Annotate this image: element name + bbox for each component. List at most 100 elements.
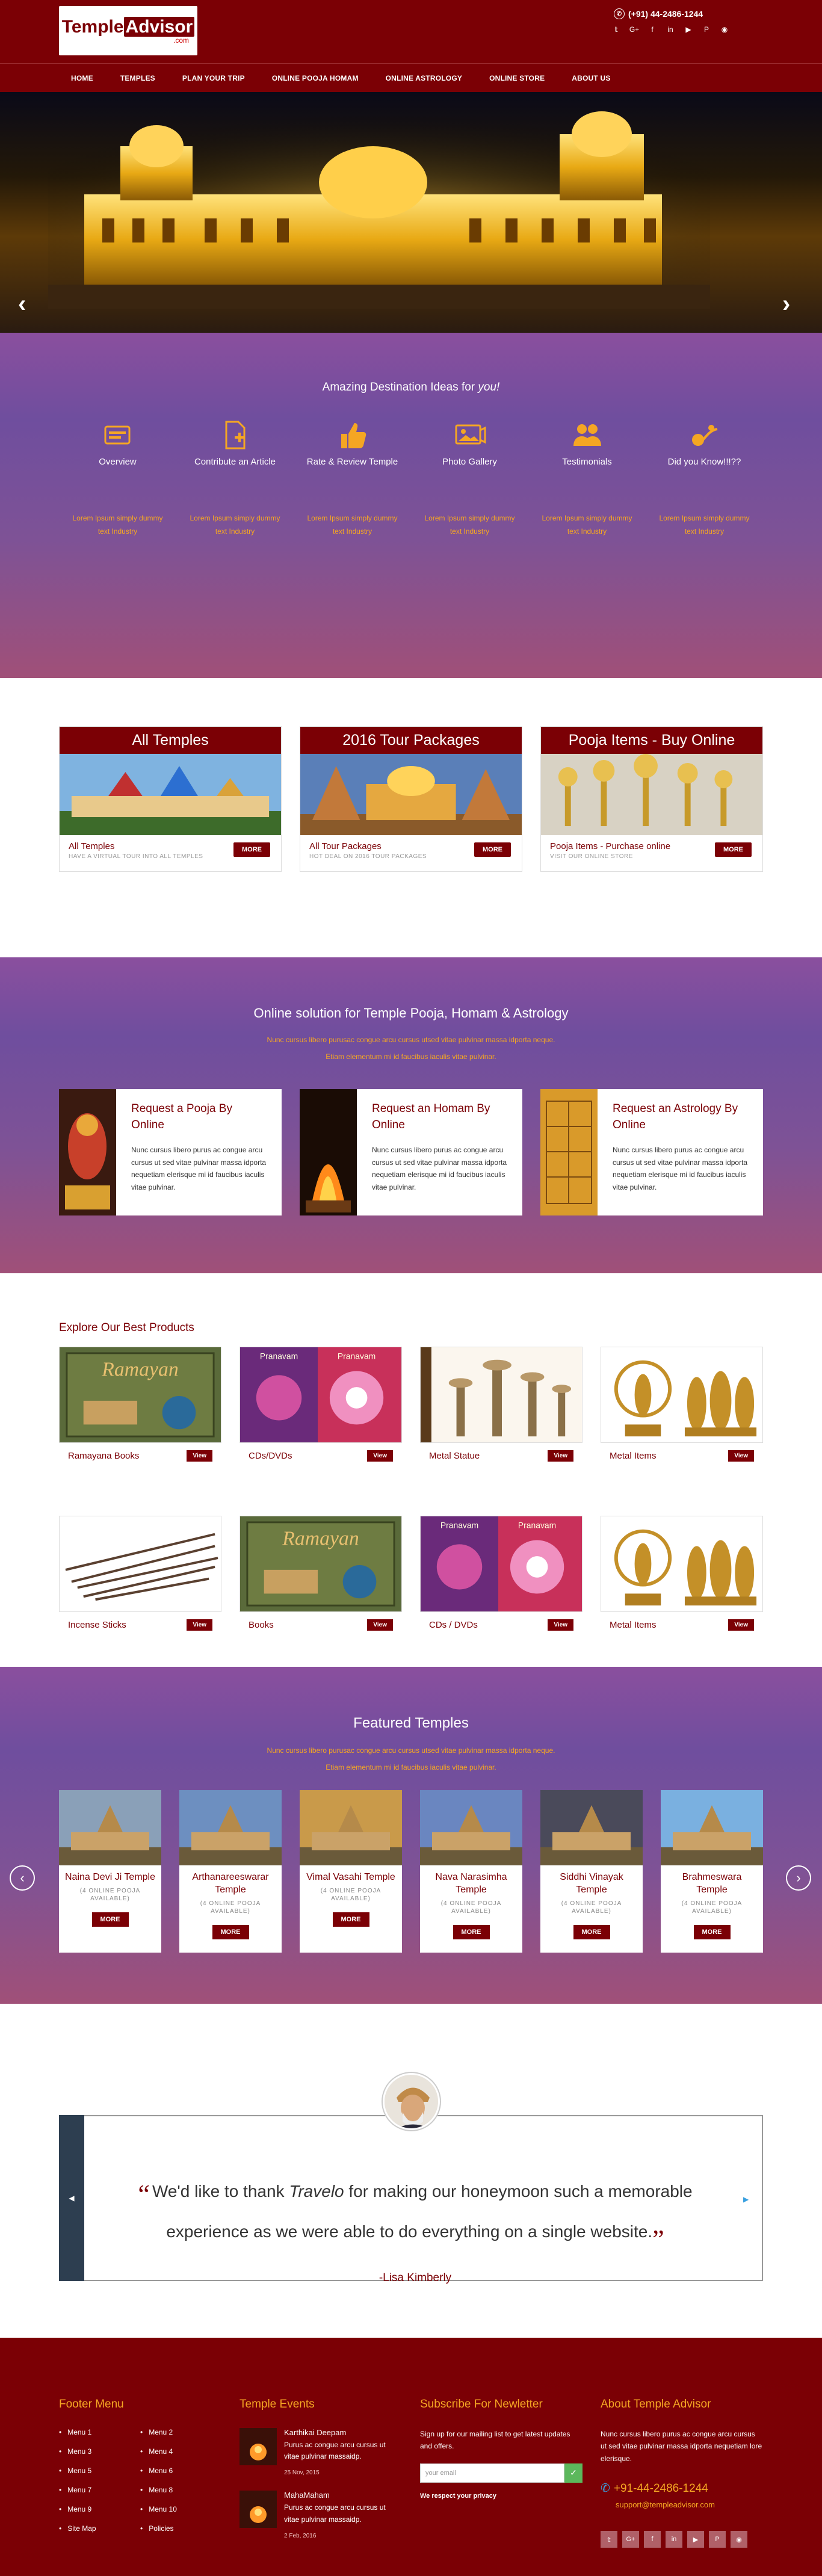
category-more-button[interactable]: MORE	[474, 842, 511, 857]
featured-temple-image[interactable]	[661, 1790, 763, 1866]
product-view-button[interactable]: View	[367, 1619, 393, 1631]
footer-menu-link[interactable]: Menu 5	[59, 2466, 140, 2475]
nav-item-0[interactable]: HOME	[71, 74, 93, 82]
featured-temple-more-button[interactable]: MORE	[332, 1912, 369, 1927]
idea-item-3[interactable]: Photo Gallery Lorem Ipsum simply dummy te…	[411, 417, 528, 538]
footer-phone[interactable]: ✆ +91-44-2486-1244	[601, 2482, 763, 2495]
footer-menu-link[interactable]: Menu 2	[140, 2428, 221, 2436]
footer-facebook-icon[interactable]: f	[644, 2531, 661, 2548]
testimonial-prev-button[interactable]: ◀	[59, 2115, 84, 2281]
rss-icon[interactable]: ◉	[719, 25, 730, 34]
footer-menu-link[interactable]: Menu 9	[59, 2505, 140, 2513]
footer-rss-icon[interactable]: ◉	[731, 2531, 747, 2548]
idea-item-5[interactable]: Did you Know!!!?? Lorem Ipsum simply dumm…	[646, 417, 763, 538]
youtube-icon[interactable]: ▶	[683, 25, 694, 34]
footer-pinterest-icon[interactable]: P	[709, 2531, 726, 2548]
online-card-0[interactable]: Request a Pooja By Online Nunc cursus lib…	[59, 1089, 282, 1216]
idea-item-0[interactable]: Overview Lorem Ipsum simply dummy text In…	[59, 417, 176, 538]
idea-item-2[interactable]: Rate & Review Temple Lorem Ipsum simply d…	[294, 417, 411, 538]
category-more-button[interactable]: MORE	[233, 842, 270, 857]
twitter-icon[interactable]: 𝕥	[611, 25, 622, 34]
footer-menu-link[interactable]: Menu 1	[59, 2428, 140, 2436]
featured-temple-image[interactable]	[540, 1790, 643, 1866]
facebook-icon[interactable]: f	[647, 25, 658, 34]
online-card-title[interactable]: Request an Homam By Online	[372, 1101, 507, 1133]
featured-temple-image[interactable]	[59, 1790, 161, 1866]
product-view-button[interactable]: View	[367, 1450, 393, 1462]
featured-temple-more-button[interactable]: MORE	[573, 1924, 610, 1939]
featured-temple-more-button[interactable]: MORE	[212, 1924, 249, 1939]
event-title[interactable]: Karthikai Deepam	[284, 2428, 402, 2437]
google-plus-icon[interactable]: G+	[629, 25, 640, 34]
featured-temple-image[interactable]	[300, 1790, 402, 1866]
product-name[interactable]: Metal Items	[610, 1620, 657, 1630]
footer-event-1[interactable]: MahaMaham Purus ac congue arcu cursus ut …	[239, 2491, 402, 2539]
product-image[interactable]: Ramayan	[59, 1347, 221, 1443]
footer-linkedin-icon[interactable]: in	[666, 2531, 682, 2548]
featured-temple-name[interactable]: Nava Narasimha Temple	[420, 1871, 522, 1897]
product-name[interactable]: CDs / DVDs	[429, 1620, 478, 1630]
featured-temple-name[interactable]: Naina Devi Ji Temple	[59, 1871, 161, 1884]
idea-item-1[interactable]: Contribute an Article Lorem Ipsum simply …	[176, 417, 294, 538]
footer-event-0[interactable]: Karthikai Deepam Purus ac congue arcu cur…	[239, 2428, 402, 2476]
product-name[interactable]: Incense Sticks	[68, 1620, 126, 1630]
product-name[interactable]: CDs/DVDs	[249, 1451, 292, 1461]
product-view-button[interactable]: View	[548, 1619, 573, 1631]
featured-temple-image[interactable]	[179, 1790, 282, 1866]
product-view-button[interactable]: View	[187, 1450, 212, 1462]
nav-item-4[interactable]: ONLINE ASTROLOGY	[386, 74, 462, 82]
featured-temple-name[interactable]: Brahmeswara Temple	[661, 1871, 763, 1897]
product-image[interactable]	[420, 1347, 583, 1443]
footer-menu-link[interactable]: Menu 4	[140, 2447, 221, 2456]
nav-item-1[interactable]: TEMPLES	[120, 74, 155, 82]
hero-next-arrow[interactable]: ›	[782, 291, 790, 318]
online-card-2[interactable]: Request an Astrology By Online Nunc cursu…	[540, 1089, 763, 1216]
product-image[interactable]	[601, 1347, 763, 1443]
nav-item-5[interactable]: ONLINE STORE	[489, 74, 545, 82]
footer-youtube-icon[interactable]: ▶	[687, 2531, 704, 2548]
category-card-image[interactable]	[541, 754, 762, 835]
footer-menu-link[interactable]: Menu 8	[140, 2486, 221, 2494]
featured-temple-more-button[interactable]: MORE	[693, 1924, 731, 1939]
footer-menu-link[interactable]: Menu 7	[59, 2486, 140, 2494]
pinterest-icon[interactable]: P	[701, 25, 712, 34]
event-title[interactable]: MahaMaham	[284, 2491, 402, 2500]
product-image[interactable]: Pranavam Pranavam	[420, 1516, 583, 1612]
hero-prev-arrow[interactable]: ‹	[18, 291, 26, 318]
featured-temple-name[interactable]: Arthanareeswarar Temple	[179, 1871, 282, 1897]
category-card-image[interactable]	[300, 754, 522, 835]
newsletter-submit-button[interactable]: ✓	[564, 2463, 583, 2483]
online-card-title[interactable]: Request a Pooja By Online	[131, 1101, 267, 1133]
online-card-title[interactable]: Request an Astrology By Online	[613, 1101, 748, 1133]
featured-temple-more-button[interactable]: MORE	[91, 1912, 129, 1927]
product-view-button[interactable]: View	[728, 1619, 754, 1631]
product-image[interactable]: Pranavam Pranavam	[239, 1347, 402, 1443]
footer-twitter-icon[interactable]: 𝕥	[601, 2531, 617, 2548]
linkedin-icon[interactable]: in	[665, 25, 676, 34]
footer-menu-link[interactable]: Site Map	[59, 2524, 140, 2533]
product-image[interactable]	[601, 1516, 763, 1612]
featured-temple-name[interactable]: Vimal Vasahi Temple	[300, 1871, 402, 1884]
footer-menu-link[interactable]: Policies	[140, 2524, 221, 2533]
product-name[interactable]: Books	[249, 1620, 274, 1630]
site-logo[interactable]: Temple Advisor .com	[59, 6, 197, 55]
footer-email[interactable]: support@templeadvisor.com	[601, 2500, 763, 2509]
category-card-image[interactable]	[60, 754, 281, 835]
product-image[interactable]: Ramayan	[239, 1516, 402, 1612]
nav-item-6[interactable]: ABOUT US	[572, 74, 610, 82]
featured-temple-more-button[interactable]: MORE	[453, 1924, 490, 1939]
featured-prev-button[interactable]: ‹	[10, 1865, 35, 1891]
nav-item-2[interactable]: PLAN YOUR TRIP	[182, 74, 245, 82]
footer-menu-link[interactable]: Menu 10	[140, 2505, 221, 2513]
product-name[interactable]: Ramayana Books	[68, 1451, 139, 1461]
category-more-button[interactable]: MORE	[715, 842, 752, 857]
product-view-button[interactable]: View	[548, 1450, 573, 1462]
product-name[interactable]: Metal Items	[610, 1451, 657, 1461]
footer-google-plus-icon[interactable]: G+	[622, 2531, 639, 2548]
header-phone[interactable]: ✆ (+91) 44-2486-1244	[614, 8, 703, 19]
footer-menu-link[interactable]: Menu 3	[59, 2447, 140, 2456]
testimonial-next-button[interactable]: ▶	[743, 2195, 749, 2204]
featured-temple-image[interactable]	[420, 1790, 522, 1866]
idea-item-4[interactable]: Testimonials Lorem Ipsum simply dummy tex…	[528, 417, 646, 538]
nav-item-3[interactable]: ONLINE POOJA HOMAM	[272, 74, 359, 82]
